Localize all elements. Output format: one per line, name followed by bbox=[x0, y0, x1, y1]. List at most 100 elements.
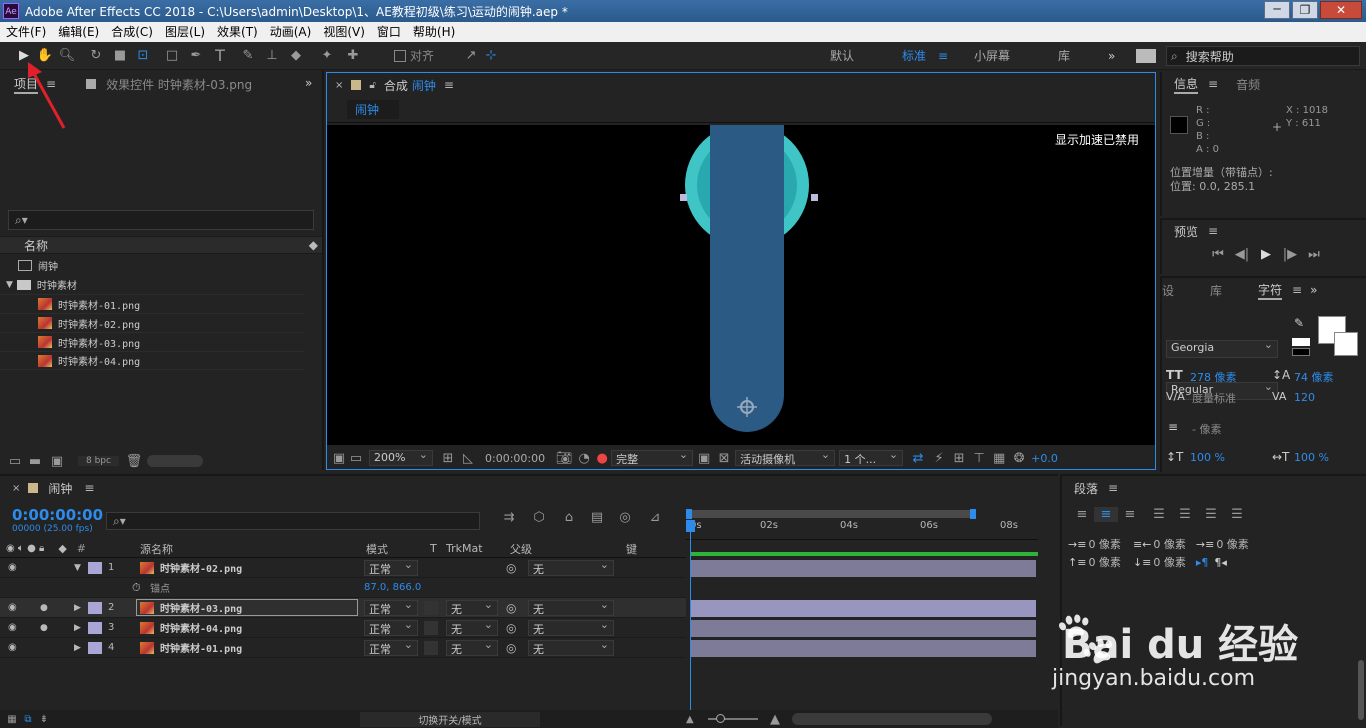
fast-draft-icon[interactable]: ⚡ bbox=[929, 451, 949, 466]
time-ruler[interactable]: 0s 02s 04s 06s 08s bbox=[686, 518, 1038, 540]
menu-help[interactable]: 帮助(H) bbox=[407, 22, 461, 42]
justify-all-icon[interactable]: ☰ bbox=[1224, 507, 1250, 522]
horizontal-scale-value[interactable]: 100 % bbox=[1294, 451, 1329, 464]
label-swatch[interactable] bbox=[88, 621, 102, 634]
workspace-menu-icon[interactable]: ≡ bbox=[938, 49, 948, 63]
lock-icon[interactable]: 🔓︎ bbox=[369, 80, 375, 91]
comp-tab-name[interactable]: 闹钟 bbox=[412, 77, 436, 94]
col-name[interactable]: 名称 bbox=[24, 237, 48, 254]
work-area-bar[interactable] bbox=[686, 509, 976, 519]
shy-layers-icon[interactable]: ⌂ bbox=[554, 510, 584, 525]
always-preview-icon[interactable]: ▣ bbox=[331, 451, 347, 466]
table-row[interactable]: ◉ ▼ 1 时钟素材-02.png 正常 ◎ 无 bbox=[0, 558, 686, 578]
zoom-in-icon[interactable]: ▲ bbox=[770, 712, 780, 727]
ltr-direction-icon[interactable]: ▸¶ bbox=[1196, 554, 1209, 572]
tab-library[interactable]: 库 bbox=[1210, 282, 1222, 299]
camera-tool-icon[interactable]: ■ bbox=[108, 48, 132, 63]
align-left-icon[interactable]: ≡ bbox=[1070, 507, 1094, 522]
track-bar[interactable] bbox=[690, 600, 1036, 617]
workspace-small-screen[interactable]: 小屏幕 bbox=[974, 47, 1010, 64]
stroke-color-swatch[interactable] bbox=[1334, 332, 1358, 356]
project-scrollbar[interactable] bbox=[146, 455, 203, 467]
pickwhip-icon[interactable]: ◎ bbox=[506, 601, 516, 615]
menu-animation[interactable]: 动画(A) bbox=[264, 22, 318, 42]
menu-effect[interactable]: 效果(T) bbox=[211, 22, 264, 42]
magnification-dropdown[interactable]: 200% bbox=[369, 448, 433, 466]
track-bar[interactable] bbox=[690, 640, 1036, 657]
layer-name[interactable]: 时钟素材-01.png bbox=[160, 640, 242, 655]
anchor-value[interactable]: 87.0, 866.0 bbox=[364, 582, 421, 593]
next-frame-icon[interactable]: |▶ bbox=[1278, 247, 1302, 262]
first-frame-icon[interactable]: ⏮ bbox=[1206, 247, 1230, 262]
menu-file[interactable]: 文件(F) bbox=[0, 22, 52, 42]
frame-blending-icon[interactable]: ▤ bbox=[584, 510, 610, 525]
rectangle-tool-icon[interactable]: □ bbox=[160, 48, 184, 63]
tab-effect-controls[interactable]: 效果控件 时钟素材-03.png bbox=[106, 76, 252, 93]
transparency-grid-icon[interactable]: ⊠ bbox=[715, 451, 733, 466]
align-checkbox[interactable] bbox=[394, 49, 406, 62]
stopwatch-icon[interactable]: ⏱︎ bbox=[132, 581, 141, 595]
panel-menu-icon[interactable]: ≡ bbox=[1292, 283, 1302, 297]
workspace-library[interactable]: 库 bbox=[1058, 47, 1070, 64]
mode-dropdown[interactable]: 正常 bbox=[364, 598, 418, 616]
eye-icon[interactable]: ◉ bbox=[8, 622, 17, 633]
mode-dropdown[interactable]: 正常 bbox=[364, 558, 418, 576]
disclosure-triangle-icon[interactable]: ▼ bbox=[74, 563, 81, 573]
bpc-badge[interactable]: 8 bpc bbox=[78, 456, 119, 466]
in-out-icon[interactable]: ⇟ bbox=[36, 714, 52, 725]
minimize-button[interactable]: ─ bbox=[1264, 1, 1290, 19]
3d-renderer-icon[interactable]: ▦ bbox=[989, 451, 1009, 466]
toggle-pixel-aspect-icon[interactable]: ⇄ bbox=[907, 451, 929, 466]
timeline-timecode[interactable]: 0:00:00:00 bbox=[12, 506, 103, 524]
zoom-slider-thumb[interactable] bbox=[716, 714, 725, 723]
list-item[interactable]: 时钟素材-01.png bbox=[0, 294, 304, 313]
close-tab-icon[interactable]: × bbox=[335, 80, 343, 91]
trkmat-dropdown[interactable]: 无 bbox=[446, 638, 498, 656]
comp-canvas[interactable]: 显示加速已禁用 bbox=[327, 125, 1155, 445]
panel-overflow-icon[interactable]: » bbox=[305, 76, 312, 90]
tab-audio[interactable]: 音频 bbox=[1236, 76, 1260, 93]
space-before-value[interactable]: 0 像素 bbox=[1088, 554, 1121, 572]
col-trkmat[interactable]: TrkMat bbox=[446, 542, 483, 555]
pickwhip-icon[interactable]: ◎ bbox=[506, 621, 516, 635]
disclosure-triangle-icon[interactable]: ▶ bbox=[74, 603, 81, 613]
timeline-scrollbar[interactable] bbox=[792, 713, 992, 725]
timeline-icon[interactable]: ⊞ bbox=[949, 451, 969, 466]
preserve-transparency-box[interactable] bbox=[424, 601, 438, 615]
project-search-input[interactable]: ⌕▾ bbox=[8, 210, 314, 230]
snap-icon[interactable]: ↗ bbox=[462, 48, 480, 63]
toggle-switches-modes[interactable]: 切换开关/模式 bbox=[360, 711, 540, 727]
flowchart-icon[interactable]: ⊤ bbox=[969, 451, 989, 466]
align-center-icon[interactable]: ≡ bbox=[1094, 506, 1118, 522]
panel-menu-icon[interactable]: ≡ bbox=[84, 481, 94, 495]
zoom-tool-icon[interactable]: 🔍︎ bbox=[56, 48, 78, 63]
previous-frame-icon[interactable]: ◀| bbox=[1230, 247, 1254, 262]
rotate-tool-icon[interactable]: ↻ bbox=[84, 48, 108, 63]
trkmat-dropdown[interactable]: 无 bbox=[446, 618, 498, 636]
indent-left-value[interactable]: 0 像素 bbox=[1088, 536, 1121, 554]
menu-window[interactable]: 窗口 bbox=[371, 22, 407, 42]
comp-mini-flowchart-icon[interactable]: ⇉ bbox=[494, 510, 524, 525]
eyedropper-icon[interactable]: ✎ bbox=[1294, 316, 1304, 330]
playhead[interactable] bbox=[686, 520, 695, 716]
col-parent[interactable]: 父级 bbox=[510, 541, 532, 557]
align-right-icon[interactable]: ≡ bbox=[1118, 507, 1142, 522]
disclosure-triangle-icon[interactable]: ▶ bbox=[74, 643, 81, 653]
layer-name[interactable]: 时钟素材-03.png bbox=[160, 600, 242, 615]
trkmat-dropdown[interactable]: 无 bbox=[446, 598, 498, 616]
transfer-controls-icon[interactable]: ⧉ bbox=[20, 714, 36, 725]
preserve-transparency-box[interactable] bbox=[424, 641, 438, 655]
panel-overflow-icon[interactable]: » bbox=[1310, 283, 1317, 297]
close-button[interactable]: ✕ bbox=[1320, 1, 1362, 19]
col-mode[interactable]: 模式 bbox=[366, 541, 388, 557]
help-search[interactable]: ⌕ 搜索帮助 bbox=[1166, 46, 1360, 66]
roto-brush-tool-icon[interactable]: ✦ bbox=[314, 48, 340, 63]
menu-view[interactable]: 视图(V) bbox=[317, 22, 371, 42]
vertical-scale-value[interactable]: 100 % bbox=[1190, 451, 1225, 464]
font-size-value[interactable]: 278 像素 bbox=[1190, 369, 1237, 385]
indent-first-value[interactable]: 0 像素 bbox=[1216, 536, 1249, 554]
workspace-overflow-icon[interactable]: » bbox=[1108, 49, 1115, 63]
paragraph-title[interactable]: 段落 bbox=[1074, 480, 1098, 497]
kerning-value[interactable]: 度量标准 bbox=[1192, 390, 1236, 406]
tab-info[interactable]: 信息 bbox=[1174, 75, 1199, 94]
